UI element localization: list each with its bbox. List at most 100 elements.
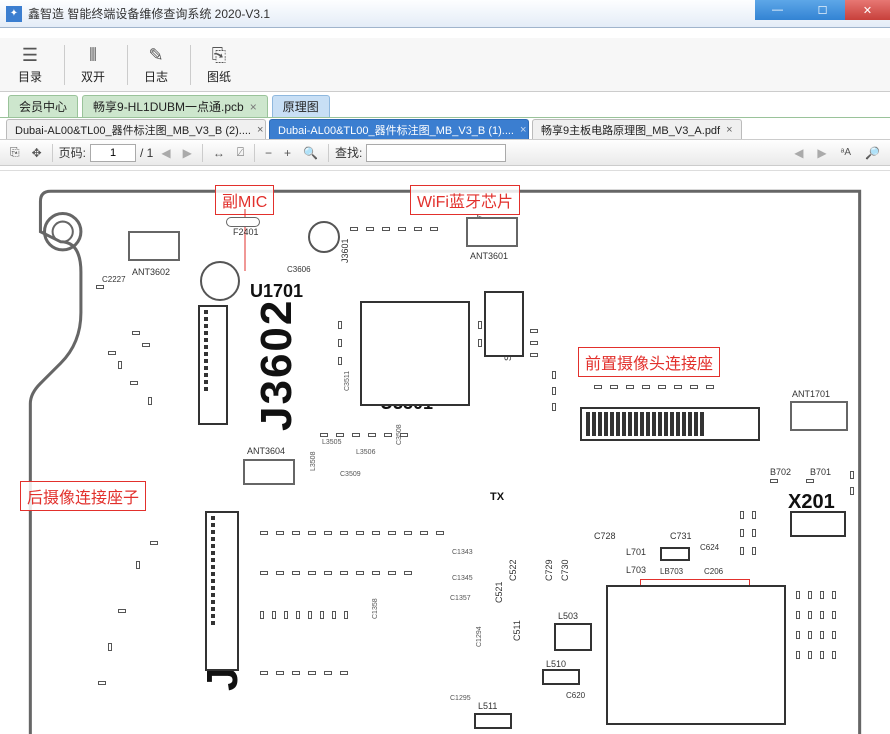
drawing-icon: ⎘ (212, 45, 226, 66)
comp-passive (388, 571, 396, 575)
tab-schematic[interactable]: 原理图 (272, 95, 330, 117)
page-label: 页码: (59, 144, 86, 161)
window-minimize-button[interactable]: — (755, 0, 800, 20)
fit-width-icon[interactable]: ↔ (209, 144, 229, 162)
comp-passive (398, 227, 406, 231)
silk-l701: L701 (626, 547, 646, 557)
silk-c206: C206 (704, 567, 723, 576)
zoom-tool-icon[interactable]: 🔍 (299, 144, 322, 162)
comp-passive (388, 531, 396, 535)
silk: L3505 (322, 439, 341, 446)
silk-ant3604: ANT3604 (247, 446, 285, 456)
comp-passive (674, 385, 682, 389)
annotation-sub-mic: 副MIC (215, 185, 274, 215)
sidebar-toggle-icon[interactable]: ⎘ (6, 143, 24, 162)
pcb-viewport[interactable]: 副MIC WiFi蓝牙芯片 前置摄像头连接座 后摄像连接座子 电源管理芯片 J3… (0, 170, 890, 734)
comp-u3501 (360, 301, 470, 406)
comp-f2401 (226, 217, 260, 227)
comp-passive (478, 339, 482, 347)
find-next-icon[interactable]: ▶ (813, 144, 830, 162)
comp-passive (552, 387, 556, 395)
close-icon[interactable]: × (520, 124, 526, 136)
find-prev-icon[interactable]: ◀ (790, 144, 807, 162)
silk: C1358 (372, 598, 379, 619)
silk-c521: C521 (494, 581, 504, 603)
silk-b701: B701 (810, 467, 831, 477)
pcb-canvas: 副MIC WiFi蓝牙芯片 前置摄像头连接座 后摄像连接座子 电源管理芯片 J3… (0, 171, 890, 734)
toolbar-btn-drawing[interactable]: ⎘ 图纸 (197, 42, 241, 88)
separator (52, 144, 53, 162)
doc-tab-2[interactable]: Dubai-AL00&TL00_器件标注图_MB_V3_B (1)....× (269, 119, 529, 139)
comp-passive (118, 609, 126, 613)
silk-j3601: J3601 (340, 238, 350, 263)
comp-passive (808, 611, 812, 619)
page-input[interactable] (90, 144, 136, 162)
toolbar-btn-catalog[interactable]: ☰ 目录 (8, 42, 52, 88)
separator (127, 45, 128, 85)
tab-member-center[interactable]: 会员中心 (8, 95, 78, 117)
silk-c3606: C3606 (287, 265, 311, 274)
comp-passive (752, 511, 756, 519)
toolbar-label: 图纸 (207, 68, 231, 85)
toolbar-btn-dual[interactable]: ⫴ 双开 (71, 42, 115, 88)
find-all-icon[interactable]: 🔎 (861, 144, 884, 162)
zoom-in-icon[interactable]: + (280, 144, 295, 162)
separator (190, 45, 191, 85)
toolbar-btn-log[interactable]: ✎ 日志 (134, 42, 178, 88)
comp-passive (404, 571, 412, 575)
app-icon: ✦ (6, 6, 22, 22)
comp-passive (420, 531, 428, 535)
hand-tool-icon[interactable]: ✥ (28, 144, 46, 162)
comp-passive (132, 331, 140, 335)
next-page-icon[interactable]: ▶ (179, 144, 196, 162)
comp-passive (400, 433, 408, 437)
comp-passive (324, 571, 332, 575)
comp-passive (690, 385, 698, 389)
comp-passive (384, 433, 392, 437)
comp-passive (276, 671, 284, 675)
zoom-out-icon[interactable]: − (261, 144, 276, 162)
doc-tab-3[interactable]: 畅享9主板电路原理图_MB_V3_A.pdf × (532, 119, 742, 139)
silk: C1343 (452, 549, 473, 556)
silk-b702: B702 (770, 467, 791, 477)
comp-passive (806, 479, 814, 483)
match-case-icon[interactable]: ᵃA (837, 145, 855, 160)
comp-passive (850, 487, 854, 495)
comp-passive (658, 385, 666, 389)
comp-passive (414, 227, 422, 231)
comp-passive (108, 351, 116, 355)
tab-label: 畅享9主板电路原理图_MB_V3_A.pdf (541, 122, 720, 138)
silk-l511: L511 (478, 701, 497, 711)
prev-page-icon[interactable]: ◀ (157, 144, 174, 162)
window-maximize-button[interactable]: ☐ (800, 0, 845, 20)
document-tabstrip: Dubai-AL00&TL00_器件标注图_MB_V3_B (2)....× D… (0, 118, 890, 140)
fit-page-icon[interactable]: ⍁ (233, 143, 248, 162)
comp-passive (372, 571, 380, 575)
comp-passive (850, 471, 854, 479)
comp-passive (706, 385, 714, 389)
comp-passive (324, 531, 332, 535)
comp-passive (142, 343, 150, 347)
comp-passive (340, 671, 348, 675)
tab-pcb-file[interactable]: 畅享9-HL1DUBM一点通.pcb (82, 95, 268, 117)
comp-passive (740, 529, 744, 537)
silk: C1357 (450, 595, 471, 602)
comp-passive (530, 329, 538, 333)
window-close-button[interactable]: ✕ (845, 0, 890, 20)
doc-tab-1[interactable]: Dubai-AL00&TL00_器件标注图_MB_V3_B (2)....× (6, 119, 266, 139)
comp-j2102 (580, 407, 760, 441)
comp-passive (796, 651, 800, 659)
comp-passive (436, 531, 444, 535)
comp-passive (260, 611, 264, 619)
comp-passive (820, 611, 824, 619)
comp-passive (308, 671, 316, 675)
close-icon[interactable]: × (257, 124, 263, 136)
annotation-wifi-bt: WiFi蓝牙芯片 (410, 185, 520, 215)
page-total: / 1 (140, 146, 153, 160)
comp-passive (530, 353, 538, 357)
close-icon[interactable]: × (726, 124, 732, 136)
silk: L3506 (356, 449, 375, 456)
silk-c522: C522 (508, 559, 518, 581)
toolbar-label: 日志 (144, 68, 168, 85)
search-input[interactable] (366, 144, 506, 162)
